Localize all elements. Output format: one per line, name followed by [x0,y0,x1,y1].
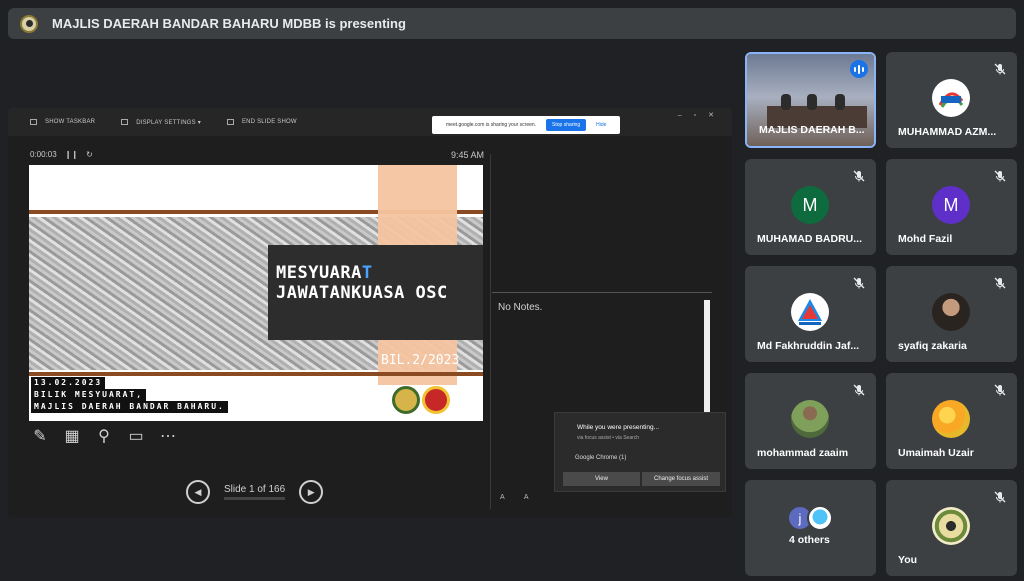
more-options-icon[interactable]: ⋯ [158,426,178,446]
font-size-buttons[interactable]: A A [500,494,538,501]
end-slide-show-button[interactable]: END SLIDE SHOW [226,119,297,125]
slide-bottom-band [29,372,483,376]
participant-tile[interactable]: M Mohd Fazil [886,159,1017,255]
mic-off-icon [853,277,865,289]
focus-sub: via focus assist • via Search [577,435,640,441]
shared-screen: SHOW TASKBAR DISPLAY SETTINGS ▾ END SLID… [8,108,732,517]
slide-org: MAJLIS DAERAH BANDAR BAHARU. [31,401,228,413]
display-settings-button[interactable]: DISPLAY SETTINGS ▾ [121,119,201,126]
avatar [932,293,970,331]
mic-off-icon [853,170,865,182]
participant-name: mohammad zaaim [757,447,849,459]
focus-app: Google Chrome (1) [575,455,627,461]
mic-off-icon [994,491,1006,503]
avatar [791,400,829,438]
previous-slide-button[interactable]: ◀ [186,480,210,504]
participant-tile[interactable]: syafiq zakaria [886,266,1017,362]
avatar [807,505,833,531]
focus-heading: While you were presenting... [577,424,660,431]
notes-scrollbar[interactable] [704,300,710,412]
participant-name: Md Fakhruddin Jaf... [757,340,860,352]
mic-off-icon [853,384,865,396]
next-slide-button[interactable]: ▶ [299,480,324,504]
window-controls[interactable]: –▫✕ [678,111,726,119]
avatar: M [791,186,829,224]
speaker-notes: No Notes. [498,302,543,313]
participant-tile[interactable]: MUHAMMAD AZM... [886,52,1017,148]
pause-icon[interactable]: ❙❙ [65,150,78,159]
participant-name: syafiq zakaria [898,340,967,352]
slide-room: BILIK MESYUARAT, [31,389,147,401]
current-slide: MESYUARAT JAWATANKUASA OSC BIL.2/2023 13… [29,165,483,421]
state-crest-icon [422,386,450,414]
self-tile[interactable]: You [886,480,1017,576]
pane-divider[interactable] [490,154,491,509]
see-all-slides-icon[interactable]: ▦ [62,426,82,446]
slideshow-toolbar: SHOW TASKBAR DISPLAY SETTINGS ▾ END SLID… [8,108,732,136]
participant-tile[interactable]: mohammad zaaim [745,373,876,469]
change-focus-assist-button[interactable]: Change focus assist [642,472,720,486]
participant-name: MUHAMMAD AZM... [898,126,997,138]
taskbar-icon [30,119,37,125]
participant-tile[interactable]: Md Fakhruddin Jaf... [745,266,876,362]
mcmc-logo-icon [791,293,829,331]
swcorp-logo-icon [932,79,970,117]
presenter-banner: MAJLIS DAERAH BANDAR BAHARU MDBB is pres… [8,8,1016,39]
presenter-text: MAJLIS DAERAH BANDAR BAHARU MDBB is pres… [52,16,406,31]
others-tile[interactable]: j 4 others [745,480,876,576]
mdbb-seal-icon [392,386,420,414]
slide-counter: Slide 1 of 166 [224,484,286,500]
mic-off-icon [994,277,1006,289]
hide-share-bar-link[interactable]: Hide [596,122,606,128]
end-show-icon [226,119,234,125]
restart-icon[interactable]: ↻ [86,150,93,159]
slide-title-line2: JAWATANKUASA OSC [276,283,448,303]
show-taskbar-button[interactable]: SHOW TASKBAR [30,119,95,125]
focus-view-button[interactable]: View [563,472,640,486]
slide-navigation: ◀ Slide 1 of 166 ▶ [186,480,324,504]
mic-off-icon [994,170,1006,182]
share-message: meet.google.com is sharing your screen. [446,122,537,128]
participant-name: You [898,554,918,566]
participant-tile[interactable]: MAJLIS DAERAH B... [745,52,876,148]
participant-name: Umaimah Uzair [898,447,974,459]
others-avatars: j [787,505,833,531]
others-count: 4 others [789,534,830,546]
stop-sharing-button[interactable]: Stop sharing [546,119,587,131]
participant-tile[interactable]: Umaimah Uzair [886,373,1017,469]
black-screen-icon[interactable]: ▭ [126,426,146,446]
participant-tile[interactable]: M MUHAMAD BADRU... [745,159,876,255]
mic-off-icon [994,384,1006,396]
mic-off-icon [994,63,1006,75]
zoom-icon[interactable]: ⚲ [94,426,114,446]
presenter-logo-icon [20,14,38,33]
slide-clock: 9:45 AM [451,150,485,160]
speaking-indicator-icon [850,60,868,78]
slide-timer: 0:00:03 ❙❙ ↻ [30,150,93,159]
slide-date: 13.02.2023 [31,377,106,389]
participant-name: Mohd Fazil [898,233,953,245]
avatar [932,400,970,438]
mdbb-logo-icon [932,507,970,545]
slide-title-line1: MESYUARAT [276,263,373,283]
pen-icon[interactable]: ✎ [30,426,50,446]
screen-share-bar: meet.google.com is sharing your screen. … [432,116,620,134]
participant-name: MAJLIS DAERAH B... [759,124,865,136]
avatar: M [932,186,970,224]
slide-number-label: BIL.2/2023 [381,353,460,368]
display-icon [121,119,129,125]
notes-divider [492,292,712,293]
slide-info: 13.02.2023 BILIK MESYUARAT, MAJLIS DAERA… [31,377,228,413]
focus-assist-notification: While you were presenting... via focus a… [554,412,726,492]
presenter-tools: ✎ ▦ ⚲ ▭ ⋯ [30,426,178,446]
participant-name: MUHAMAD BADRU... [757,233,862,245]
